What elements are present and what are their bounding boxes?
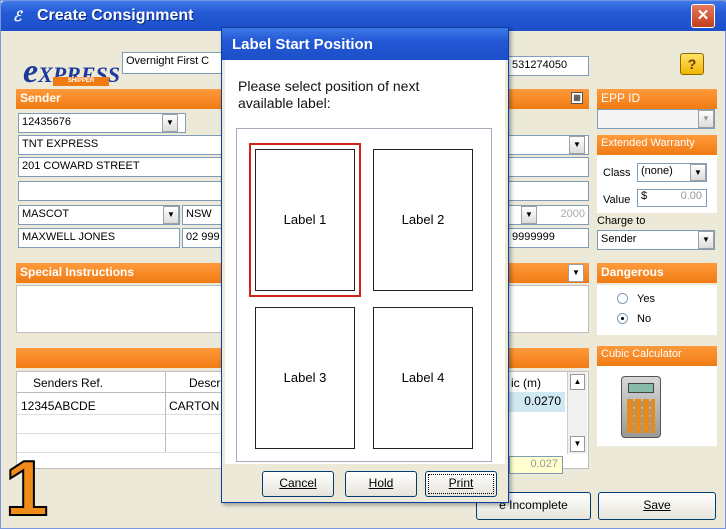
receiver-address2-field[interactable] [509, 181, 589, 201]
save-button[interactable]: Save [598, 492, 716, 520]
logo-sub: SHIPPER [53, 77, 109, 86]
sender-header-cont: ▦ [509, 89, 589, 109]
dangerous-panel: Yes No [597, 285, 717, 335]
dangerous-yes-label: Yes [637, 293, 655, 305]
special-instructions-field[interactable] [16, 285, 223, 333]
col-senders-ref: Senders Ref. [33, 376, 104, 390]
special-instructions-field-cont[interactable] [509, 285, 589, 333]
label-start-dialog: Label Start Position Please select posit… [221, 27, 509, 503]
label-grid: Label 1 Label 2 Label 3 Label 4 [236, 128, 492, 462]
sender-contact-field[interactable]: MAXWELL JONES [18, 228, 180, 248]
divider [17, 414, 224, 415]
cancel-button[interactable]: Cancel [262, 471, 334, 497]
table-cell-desc[interactable]: CARTON [169, 399, 219, 413]
label-position-4[interactable]: Label 4 [373, 307, 473, 449]
dangerous-no-label: No [637, 313, 652, 325]
close-button[interactable]: ✕ [691, 4, 715, 28]
cubic-calculator-panel [597, 366, 717, 446]
help-icon[interactable]: ? [680, 53, 704, 75]
phone-field[interactable]: 531274050 [509, 56, 589, 76]
chevron-down-icon[interactable]: ▼ [690, 164, 706, 181]
chevron-down-icon[interactable]: ▼ [162, 114, 178, 132]
sender-account-field[interactable]: 12435676 [18, 113, 186, 133]
divider [165, 372, 166, 452]
chevron-down-icon[interactable]: ▼ [698, 231, 714, 249]
chevron-down-icon[interactable]: ▼ [521, 206, 537, 224]
chevron-down-icon[interactable]: ▼ [569, 136, 585, 154]
main-title: Create Consignment [37, 7, 194, 24]
cancel-label: Cancel [279, 476, 317, 490]
items-header [16, 348, 223, 368]
sender-state-field[interactable]: NSW [182, 205, 224, 225]
cubic-calculator-header: Cubic Calculator [597, 346, 717, 366]
hold-label: Hold [368, 476, 394, 490]
receiver-address-field[interactable] [509, 157, 589, 177]
label-position-2[interactable]: Label 2 [373, 149, 473, 291]
divider [17, 392, 224, 393]
sender-address2-field[interactable] [18, 181, 223, 201]
chevron-down-icon[interactable]: ▼ [568, 264, 584, 282]
extended-warranty-panel: Class (none) ▼ Value $ 0.00 [597, 155, 717, 213]
value-label: Value [603, 194, 631, 206]
print-button[interactable]: Print [425, 471, 497, 497]
receiver-phone-field[interactable]: 9999999 [509, 228, 589, 248]
calculator-screen [628, 383, 654, 393]
step-number: 1 [4, 444, 49, 529]
total-cubic-field: 0.027 [509, 456, 563, 474]
col-cubic: ic (m) [511, 376, 541, 390]
table-cell-ref[interactable]: 12345ABCDE [21, 399, 96, 413]
calculator-icon[interactable] [621, 376, 661, 438]
items-table-cont: ic (m) 0.0270 ▲ ▼ [509, 371, 589, 469]
sender-contact-phone-field[interactable]: 02 999 [182, 228, 224, 248]
sender-company-field[interactable]: TNT EXPRESS [18, 135, 223, 155]
hold-button[interactable]: Hold [345, 471, 417, 497]
dialog-button-bar: Cancel Hold Print [225, 464, 505, 502]
logo-letter: e [23, 53, 39, 90]
chevron-down-icon[interactable]: ▼ [163, 206, 179, 224]
epp-header: EPP ID [597, 89, 717, 109]
dialog-prompt: Please select position of next available… [238, 78, 420, 111]
service-field[interactable]: Overnight First C [122, 52, 226, 74]
sender-suburb-field[interactable]: MASCOT [18, 205, 180, 225]
save-label: Save [643, 498, 671, 512]
dialog-titlebar: Label Start Position [222, 28, 508, 60]
dangerous-header: Dangerous [597, 263, 717, 283]
print-label: Print [448, 476, 474, 490]
value-prefix: $ [641, 190, 648, 202]
charge-to-label: Charge to [597, 215, 646, 227]
radio-dot [621, 317, 624, 320]
scroll-up-icon[interactable]: ▲ [570, 374, 585, 390]
value-field[interactable]: $ 0.00 [637, 189, 707, 207]
divider [17, 433, 224, 434]
sender-address1-field[interactable]: 201 COWARD STREET [18, 157, 223, 177]
col-description: Descr [189, 376, 221, 390]
value-amount: 0.00 [680, 190, 702, 202]
items-header-cont [509, 348, 589, 368]
dialog-title: Label Start Position [232, 36, 373, 53]
label-position-1[interactable]: Label 1 [249, 143, 361, 297]
label-position-3[interactable]: Label 3 [255, 307, 355, 449]
chevron-down-icon[interactable]: ▼ [698, 110, 714, 128]
calculator-keys [627, 399, 655, 433]
scrollbar[interactable]: ▲ ▼ [567, 372, 587, 454]
class-label: Class [603, 167, 631, 179]
table-cell-cubic[interactable]: 0.0270 [509, 392, 565, 412]
scroll-down-icon[interactable]: ▼ [570, 436, 585, 452]
address-book-icon[interactable]: ▦ [571, 92, 583, 104]
dangerous-yes-radio[interactable] [617, 293, 628, 304]
special-instructions-header: Special Instructions [16, 263, 222, 283]
app-icon: ℰ [13, 8, 22, 24]
dangerous-no-radio[interactable] [617, 313, 628, 324]
sender-header: Sender [16, 89, 222, 109]
extended-warranty-header: Extended Warranty [597, 135, 717, 155]
